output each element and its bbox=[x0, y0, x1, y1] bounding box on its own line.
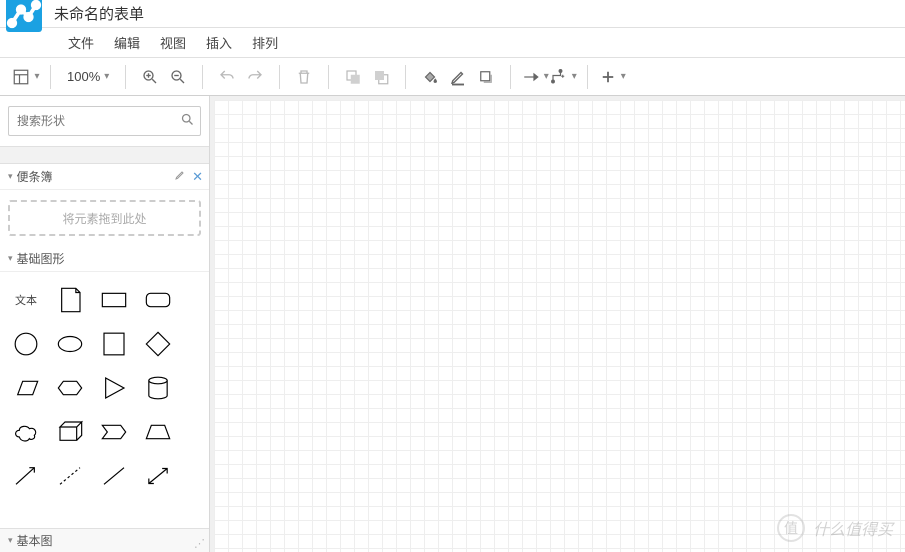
shape-arrow-line[interactable] bbox=[4, 454, 48, 498]
fill-color-button[interactable] bbox=[416, 63, 444, 91]
canvas-area[interactable]: 值 什么值得买 bbox=[210, 96, 905, 552]
shape-text[interactable]: 文本 bbox=[4, 278, 48, 322]
panel-basic-shapes-title: 基础图形 bbox=[17, 250, 65, 267]
toolbar: ▾ 100%▾ bbox=[0, 58, 905, 96]
collapse-icon: ▾ bbox=[8, 535, 13, 546]
panel-basic-shapes-header[interactable]: ▾ 基础图形 bbox=[0, 246, 209, 272]
search-icon bbox=[180, 112, 195, 130]
shape-note[interactable] bbox=[48, 278, 92, 322]
shape-circle[interactable] bbox=[4, 322, 48, 366]
watermark-badge: 值 bbox=[777, 514, 805, 542]
resize-handle-icon[interactable]: ⋰ bbox=[194, 537, 205, 550]
delete-button[interactable] bbox=[290, 63, 318, 91]
shadow-button[interactable] bbox=[472, 63, 500, 91]
shape-rectangle[interactable] bbox=[92, 278, 136, 322]
shape-hexagon[interactable] bbox=[48, 366, 92, 410]
shape-cloud[interactable] bbox=[4, 410, 48, 454]
title-bar: 未命名的表单 bbox=[0, 0, 905, 28]
layout-panel-button[interactable]: ▾ bbox=[12, 63, 40, 91]
shape-ellipse[interactable] bbox=[48, 322, 92, 366]
shape-cube[interactable] bbox=[48, 410, 92, 454]
connection-style-button[interactable]: ▾ bbox=[521, 63, 549, 91]
to-front-button[interactable] bbox=[339, 63, 367, 91]
shape-line[interactable] bbox=[92, 454, 136, 498]
shape-bidirectional-arrow[interactable] bbox=[136, 454, 180, 498]
shapes-sidebar: ▾ 便条簿 ✕ 将元素拖到此处 ▾ 基础图形 文本 bbox=[0, 96, 210, 552]
panel-basic-header[interactable]: ▾ 基本图 ⋰ bbox=[0, 528, 209, 552]
undo-button[interactable] bbox=[213, 63, 241, 91]
zoom-in-button[interactable] bbox=[136, 63, 164, 91]
menu-view[interactable]: 视图 bbox=[150, 29, 196, 56]
shape-square[interactable] bbox=[92, 322, 136, 366]
close-icon[interactable]: ✕ bbox=[192, 169, 203, 185]
menu-insert[interactable]: 插入 bbox=[196, 29, 242, 56]
shape-trapezoid[interactable] bbox=[136, 410, 180, 454]
shape-cylinder[interactable] bbox=[136, 366, 180, 410]
canvas-grid[interactable] bbox=[214, 100, 905, 552]
shape-step[interactable] bbox=[92, 410, 136, 454]
panel-basic-title: 基本图 bbox=[17, 532, 53, 549]
to-back-button[interactable] bbox=[367, 63, 395, 91]
watermark-text: 什么值得买 bbox=[813, 516, 893, 540]
edit-icon[interactable] bbox=[174, 169, 186, 184]
zoom-value: 100% bbox=[67, 69, 100, 84]
insert-button[interactable]: ▾ bbox=[598, 63, 626, 91]
zoom-select[interactable]: 100%▾ bbox=[61, 63, 115, 91]
menu-bar: 文件 编辑 视图 插入 排列 bbox=[0, 28, 905, 58]
zoom-out-button[interactable] bbox=[164, 63, 192, 91]
shape-triangle[interactable] bbox=[92, 366, 136, 410]
menu-edit[interactable]: 编辑 bbox=[104, 29, 150, 56]
shape-parallelogram[interactable] bbox=[4, 366, 48, 410]
search-shapes-input[interactable] bbox=[8, 106, 201, 136]
basic-shapes-grid: 文本 bbox=[0, 272, 209, 504]
collapse-icon: ▾ bbox=[8, 253, 13, 264]
menu-arrange[interactable]: 排列 bbox=[242, 29, 288, 56]
panel-scratchpad-header[interactable]: ▾ 便条簿 ✕ bbox=[0, 164, 209, 190]
line-color-button[interactable] bbox=[444, 63, 472, 91]
watermark: 值 什么值得买 bbox=[777, 514, 893, 542]
document-title[interactable]: 未命名的表单 bbox=[54, 3, 144, 24]
drop-hint-text: 将元素拖到此处 bbox=[62, 210, 146, 227]
scratchpad-drop-zone[interactable]: 将元素拖到此处 bbox=[8, 200, 201, 236]
redo-button[interactable] bbox=[241, 63, 269, 91]
waypoints-button[interactable]: ▾ bbox=[549, 63, 577, 91]
shape-rounded-rectangle[interactable] bbox=[136, 278, 180, 322]
panel-scratchpad-title: 便条簿 bbox=[17, 168, 53, 185]
menu-file[interactable]: 文件 bbox=[58, 29, 104, 56]
app-logo-icon bbox=[6, 0, 42, 32]
collapse-icon: ▾ bbox=[8, 171, 13, 182]
shape-dashed-line[interactable] bbox=[48, 454, 92, 498]
shape-diamond[interactable] bbox=[136, 322, 180, 366]
